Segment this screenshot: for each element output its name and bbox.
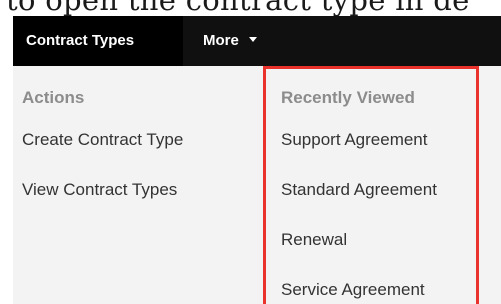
- view-contract-types-link[interactable]: View Contract Types: [22, 165, 262, 215]
- more-menu-button[interactable]: More: [203, 16, 257, 66]
- caret-down-icon: [248, 36, 257, 42]
- recently-viewed-column: Recently Viewed Support Agreement Standa…: [263, 66, 479, 304]
- recent-item-service-agreement[interactable]: Service Agreement: [281, 265, 476, 304]
- tab-contract-types[interactable]: Contract Types: [13, 16, 183, 66]
- more-label: More: [203, 32, 239, 49]
- actions-header: Actions: [22, 88, 85, 107]
- module-navbar: Contract Types More: [13, 16, 501, 66]
- module-dropdown-menu: Actions Create Contract Type View Contra…: [13, 66, 501, 304]
- recent-item-support-agreement[interactable]: Support Agreement: [281, 115, 476, 165]
- recent-item-standard-agreement[interactable]: Standard Agreement: [281, 165, 476, 215]
- instruction-caption: to open the contract type in de: [6, 0, 470, 17]
- actions-column: Actions Create Contract Type View Contra…: [22, 66, 262, 215]
- recently-viewed-header: Recently Viewed: [281, 88, 415, 107]
- create-contract-type-link[interactable]: Create Contract Type: [22, 115, 262, 165]
- screenshot: to open the contract type in de Contract…: [0, 0, 501, 304]
- recent-item-renewal[interactable]: Renewal: [281, 215, 476, 265]
